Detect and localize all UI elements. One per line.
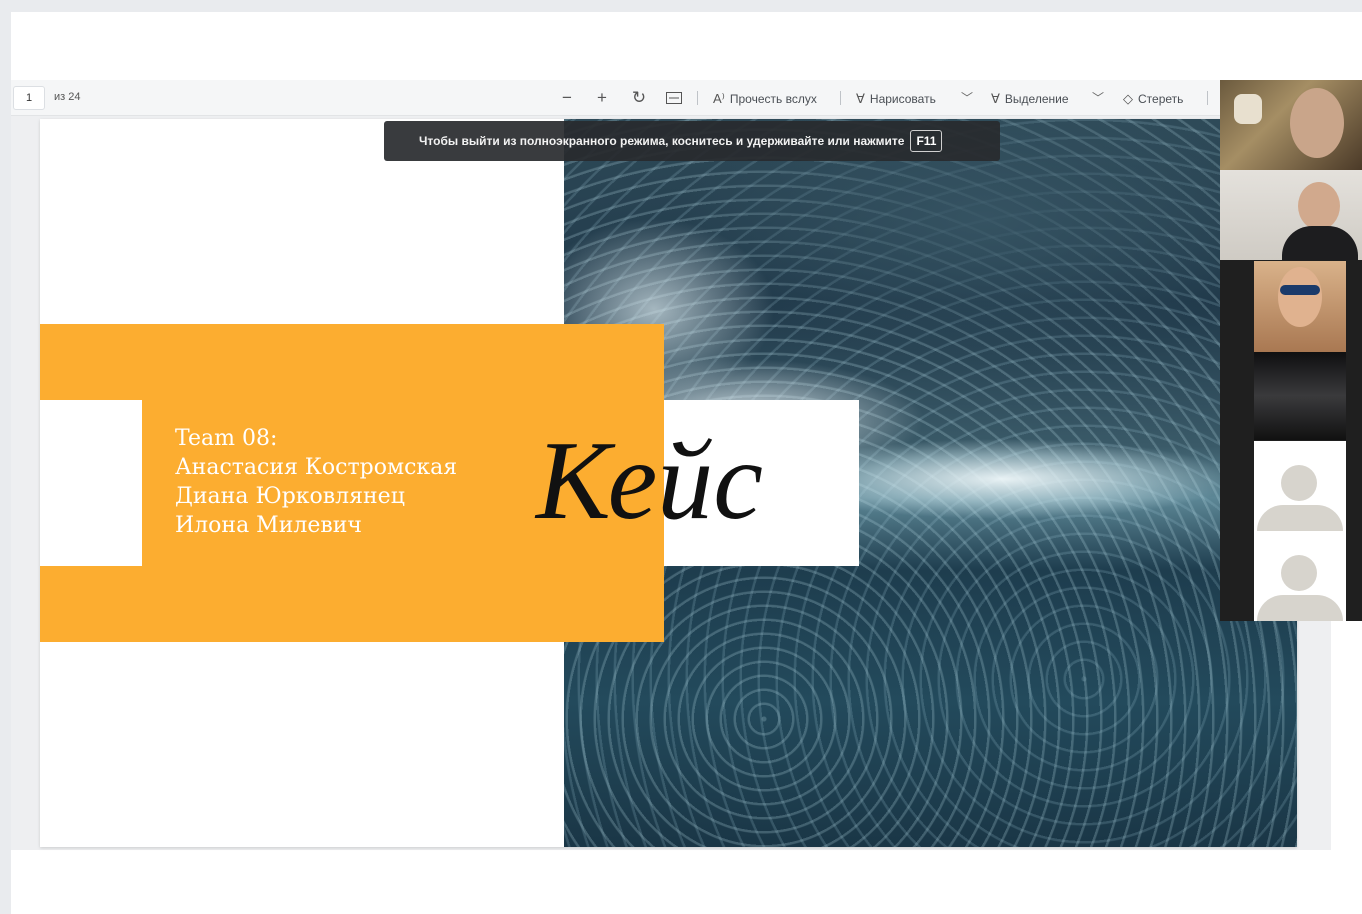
team-line: Team 08: bbox=[175, 426, 278, 451]
window-top-strip bbox=[0, 0, 1362, 12]
read-aloud-label: Прочесть вслух bbox=[729, 92, 817, 106]
user-silhouette-icon bbox=[1281, 555, 1317, 591]
pdf-toolbar: 1 из 24 − + ↻ A⁾ Прочесть вслух ∀ Нарисо… bbox=[11, 80, 1221, 116]
participant-avatar[interactable] bbox=[1254, 531, 1346, 621]
presentation-slide: Team 08: Анастасия Костромская Диана Юрк… bbox=[40, 119, 1297, 847]
eraser-icon: ◇ bbox=[1123, 91, 1133, 106]
plus-icon[interactable]: + bbox=[590, 86, 614, 110]
fit-page-icon[interactable] bbox=[662, 86, 686, 110]
read-aloud-button[interactable]: A⁾ Прочесть вслух bbox=[713, 89, 817, 109]
slide-title: Кейс bbox=[536, 419, 764, 543]
sunglasses-icon bbox=[1280, 285, 1320, 295]
draw-label: Нарисовать bbox=[869, 92, 936, 106]
highlighter-icon: ∀ bbox=[991, 91, 1000, 106]
participant-video[interactable] bbox=[1254, 261, 1346, 352]
team-line: Диана Юрковлянец bbox=[175, 484, 405, 509]
window-left-strip bbox=[0, 12, 11, 914]
participant-screen-share[interactable] bbox=[1254, 352, 1346, 440]
participant-video[interactable] bbox=[1220, 80, 1362, 170]
background-object bbox=[1234, 94, 1262, 124]
minus-icon[interactable]: − bbox=[555, 86, 579, 110]
f11-key-badge: F11 bbox=[910, 130, 943, 152]
highlight-label: Выделение bbox=[1004, 92, 1069, 106]
team-members: Team 08: Анастасия Костромская Диана Юрк… bbox=[175, 424, 457, 540]
page-number-input[interactable]: 1 bbox=[13, 86, 45, 110]
read-aloud-icon: A⁾ bbox=[713, 91, 725, 106]
highlight-button[interactable]: ∀ Выделение bbox=[991, 89, 1069, 109]
draw-chevron-down-icon[interactable]: ﹀ bbox=[961, 89, 973, 106]
participant-face bbox=[1298, 182, 1340, 230]
video-call-panel bbox=[1220, 80, 1362, 621]
rotate-icon[interactable]: ↻ bbox=[627, 86, 651, 110]
toast-message: Чтобы выйти из полноэкранного режима, ко… bbox=[419, 134, 905, 148]
fullscreen-toast: Чтобы выйти из полноэкранного режима, ко… bbox=[384, 121, 1000, 161]
pen-icon: ∀ bbox=[856, 91, 865, 106]
team-line: Анастасия Костромская bbox=[175, 455, 458, 480]
participant-face bbox=[1278, 267, 1322, 327]
draw-button[interactable]: ∀ Нарисовать bbox=[856, 89, 936, 109]
participant-avatar[interactable] bbox=[1254, 441, 1346, 531]
user-silhouette-body bbox=[1257, 505, 1343, 531]
page-total-label: из 24 bbox=[54, 91, 81, 103]
white-block-left bbox=[40, 400, 142, 566]
toolbar-separator bbox=[697, 91, 698, 105]
user-silhouette-icon bbox=[1281, 465, 1317, 501]
erase-button[interactable]: ◇ Стереть bbox=[1123, 89, 1183, 109]
participant-face bbox=[1290, 88, 1344, 158]
toolbar-separator bbox=[1207, 91, 1208, 105]
participant-video[interactable] bbox=[1220, 170, 1362, 260]
highlight-chevron-down-icon[interactable]: ﹀ bbox=[1092, 89, 1104, 106]
toolbar-separator bbox=[840, 91, 841, 105]
participant-shoulders bbox=[1282, 226, 1358, 260]
erase-label: Стереть bbox=[1138, 92, 1184, 106]
user-silhouette-body bbox=[1257, 595, 1343, 621]
team-line: Илона Милевич bbox=[175, 513, 362, 538]
